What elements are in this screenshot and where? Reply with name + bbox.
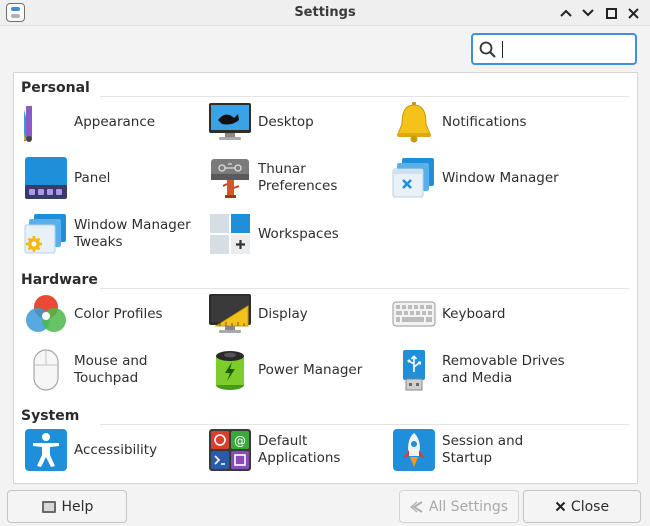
rocket-icon — [393, 429, 435, 471]
all-settings-label: All Settings — [428, 498, 509, 515]
section-system: System — [21, 408, 80, 424]
item-appearance[interactable]: Appearance — [24, 100, 204, 148]
panel-icon — [25, 157, 67, 199]
item-display[interactable]: Display — [208, 292, 388, 340]
item-session-startup[interactable]: Session and Startup — [392, 428, 572, 476]
usb-drive-icon — [403, 350, 425, 391]
item-desktop[interactable]: Desktop — [208, 100, 388, 148]
back-arrow-icon — [409, 500, 424, 514]
thunar-icon — [211, 159, 249, 198]
text-caret — [502, 41, 503, 58]
battery-icon — [216, 351, 244, 390]
close-label: Close — [570, 498, 610, 515]
bell-icon — [397, 102, 431, 143]
help-icon — [41, 500, 57, 514]
item-notifications[interactable]: Notifications — [392, 100, 572, 148]
item-keyboard[interactable]: Keyboard — [392, 292, 572, 340]
item-label: Window Manager Tweaks — [74, 217, 191, 250]
item-label: Notifications — [442, 113, 527, 130]
section-divider — [100, 288, 629, 289]
item-thunar-preferences[interactable]: Thunar Preferences — [208, 156, 388, 204]
item-window-manager-tweaks[interactable]: Window Manager Tweaks — [24, 212, 204, 260]
appearance-icon — [24, 106, 32, 142]
section-divider — [100, 96, 629, 97]
svg-text:@: @ — [234, 434, 246, 448]
item-label: Session and Startup — [442, 433, 524, 466]
help-label: Help — [61, 498, 94, 515]
close-icon — [627, 7, 639, 19]
window-manager-tweaks-icon — [24, 214, 66, 254]
search-box[interactable] — [471, 33, 637, 65]
item-default-applications[interactable]: @ Default Applications — [208, 428, 388, 476]
item-label: Workspaces — [258, 225, 339, 242]
item-mouse-touchpad[interactable]: Mouse and Touchpad — [24, 348, 204, 396]
section-hardware: Hardware — [21, 272, 98, 288]
accessibility-icon — [25, 429, 67, 471]
window-title: Settings — [294, 5, 356, 20]
window-manager-icon — [392, 158, 434, 198]
item-label: Desktop — [258, 113, 314, 130]
settings-panel: Personal Appearance Desktop Notification… — [13, 72, 638, 484]
mouse-icon — [33, 349, 59, 391]
title-bar: Settings — [0, 0, 650, 26]
item-color-profiles[interactable]: Color Profiles — [24, 292, 204, 340]
search-icon — [479, 41, 496, 58]
item-label: Panel — [74, 169, 111, 186]
chevron-up-icon — [560, 9, 572, 17]
color-profiles-icon — [26, 295, 66, 332]
default-applications-icon: @ — [209, 429, 251, 471]
item-accessibility[interactable]: Accessibility — [24, 428, 204, 476]
item-label: Removable Drives and Media — [442, 353, 565, 386]
item-label: Default Applications — [258, 433, 341, 466]
shade-button[interactable] — [556, 3, 576, 23]
maximize-icon — [605, 7, 617, 19]
keyboard-icon — [392, 301, 436, 327]
display-icon — [209, 294, 251, 333]
chevron-down-icon — [582, 9, 594, 17]
help-button[interactable]: Help — [7, 490, 127, 523]
section-personal: Personal — [21, 80, 90, 96]
item-label: Display — [258, 305, 308, 322]
search-input[interactable] — [499, 39, 631, 59]
desktop-icon — [209, 103, 251, 140]
item-workspaces[interactable]: Workspaces — [208, 212, 388, 260]
close-button[interactable]: Close — [523, 490, 641, 523]
close-icon — [555, 501, 566, 512]
item-label: Appearance — [74, 113, 156, 130]
section-divider — [100, 424, 629, 425]
minimize-button[interactable] — [578, 3, 598, 23]
item-label: Power Manager — [258, 361, 363, 378]
item-removable-drives[interactable]: Removable Drives and Media — [392, 348, 572, 396]
maximize-button[interactable] — [601, 3, 621, 23]
workspaces-icon — [210, 214, 250, 254]
item-panel[interactable]: Panel — [24, 156, 204, 204]
close-window-button[interactable] — [623, 3, 643, 23]
all-settings-button[interactable]: All Settings — [399, 490, 519, 523]
item-label: Thunar Preferences — [258, 161, 338, 194]
item-label: Window Manager — [442, 169, 559, 186]
item-power-manager[interactable]: Power Manager — [208, 348, 388, 396]
item-label: Color Profiles — [74, 305, 163, 322]
item-label: Mouse and Touchpad — [74, 353, 148, 386]
item-label: Accessibility — [74, 441, 158, 458]
item-label: Keyboard — [442, 305, 506, 322]
item-window-manager[interactable]: Window Manager — [392, 156, 572, 204]
